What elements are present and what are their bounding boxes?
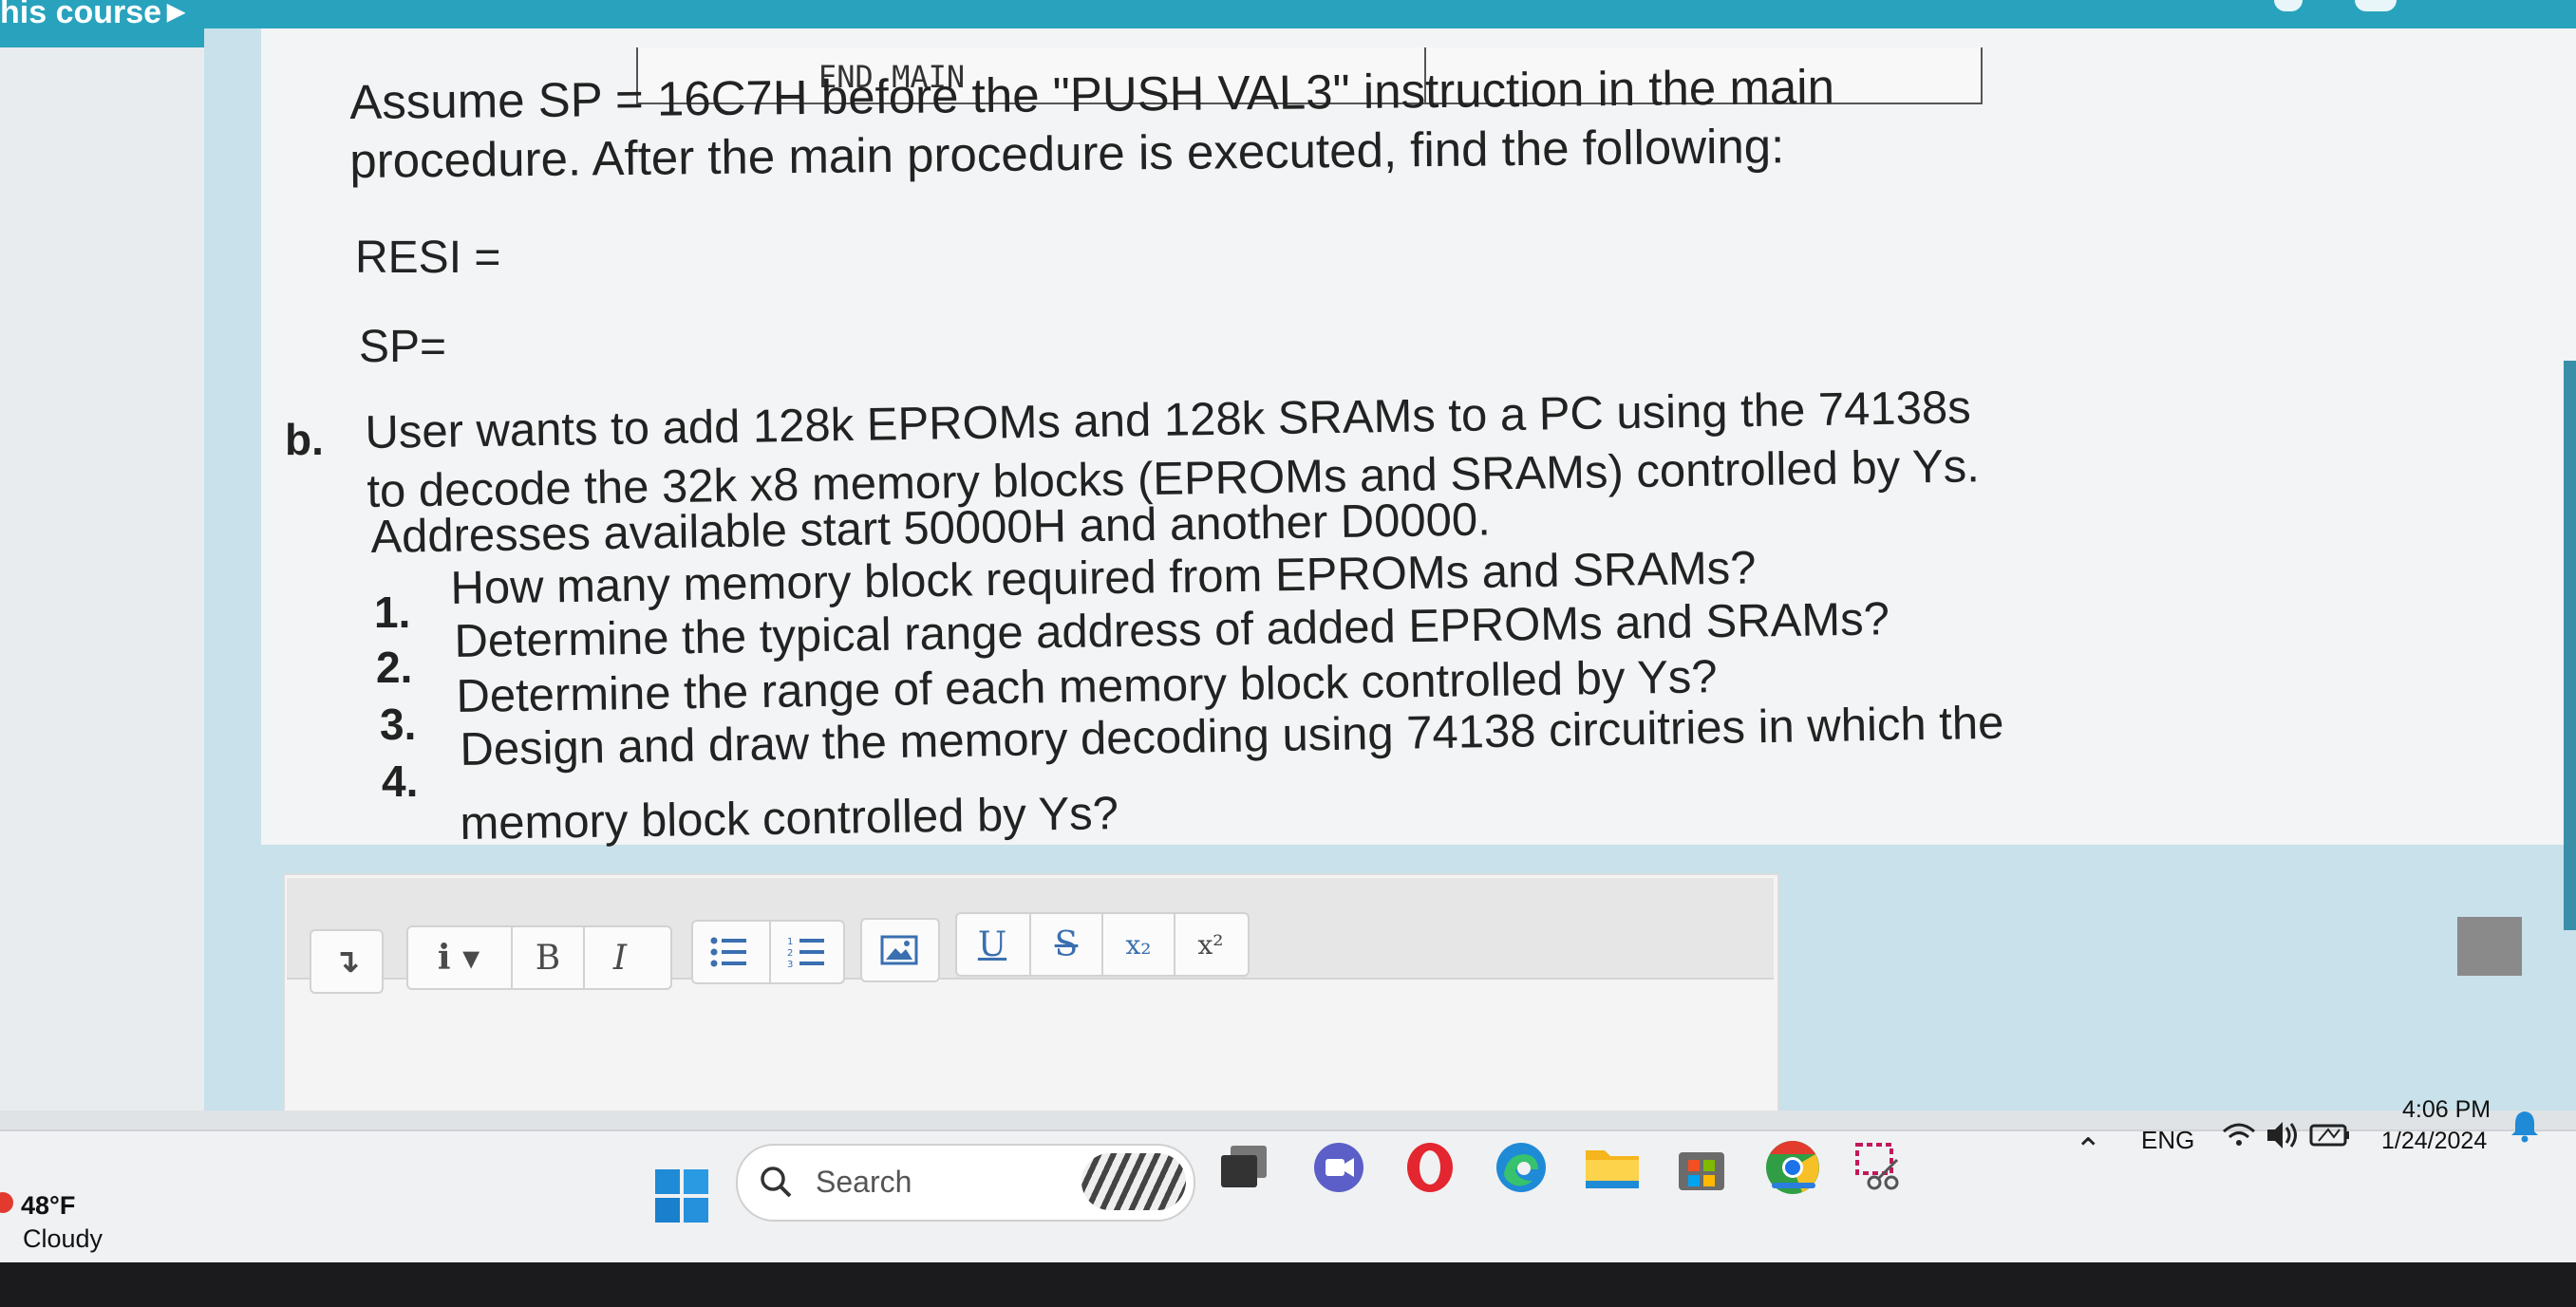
chrome-browser-button[interactable] — [1755, 1131, 1831, 1204]
edge-browser-button[interactable] — [1485, 1131, 1557, 1204]
search-highlight-image — [1081, 1153, 1186, 1210]
sp-label: SP= — [359, 322, 447, 372]
part-b-label: b. — [285, 415, 324, 464]
store-button[interactable] — [1665, 1131, 1738, 1204]
bold-button[interactable]: B — [511, 927, 583, 988]
image-icon — [880, 935, 918, 965]
italic-button[interactable]: I — [583, 927, 655, 988]
folder-icon — [1586, 1150, 1639, 1188]
task-view-icon — [1221, 1146, 1267, 1187]
strikethrough-button[interactable]: S — [1029, 914, 1101, 975]
active-app-indicator — [1772, 1183, 1815, 1188]
snipping-tool-button[interactable] — [1844, 1131, 1916, 1204]
toolbar-group-media — [860, 918, 940, 982]
expand-toolbar-button[interactable]: ↴ — [311, 931, 382, 992]
scroll-to-top-button[interactable] — [2457, 917, 2522, 976]
superscript-button[interactable]: x² — [1174, 914, 1246, 975]
clock-date[interactable]: 1/24/2024 — [2381, 1128, 2487, 1155]
search-placeholder: Search — [816, 1165, 912, 1199]
store-icon — [1679, 1152, 1724, 1190]
caret-right-icon: ▶ — [167, 0, 185, 25]
taskbar-search[interactable]: Search — [736, 1144, 1195, 1222]
laptop-bezel — [0, 1262, 2576, 1307]
item-1-num: 1. — [374, 588, 411, 637]
wifi-icon — [2223, 1123, 2255, 1146]
toolbar-group-text: U S x₂ x² — [955, 912, 1250, 977]
search-icon — [761, 1167, 792, 1198]
tray-status-icons[interactable] — [2220, 1116, 2362, 1154]
svg-text:2: 2 — [787, 948, 793, 959]
numbered-list-button[interactable]: 123 — [769, 922, 841, 982]
opera-icon — [1407, 1143, 1453, 1192]
course-link-label: his course — [0, 0, 162, 30]
task-view-button[interactable] — [1208, 1131, 1280, 1204]
screen: his course ▶ END MAIN Assume SP = 16C7H b… — [0, 0, 2576, 1307]
scrollbar[interactable] — [2564, 361, 2576, 930]
snipping-tool-icon — [1855, 1143, 1899, 1190]
opera-browser-button[interactable] — [1394, 1131, 1466, 1204]
svg-text:3: 3 — [787, 960, 793, 969]
meet-app-button[interactable] — [1303, 1131, 1375, 1204]
start-button[interactable] — [655, 1169, 708, 1223]
resi-label: RESI = — [355, 233, 501, 283]
course-link[interactable]: his course ▶ — [0, 0, 185, 31]
windows-icon — [655, 1169, 708, 1223]
subscript-button[interactable]: x₂ — [1101, 914, 1174, 975]
toolbar-group-lists: 123 — [691, 920, 845, 984]
toolbar-group-expand: ↴ — [310, 929, 384, 994]
volume-icon — [2267, 1122, 2297, 1148]
battery-icon — [2309, 1124, 2349, 1147]
paragraph-style-dropdown[interactable]: i ▾ — [408, 927, 509, 988]
item-2-num: 2. — [376, 643, 413, 692]
item-3-num: 3. — [380, 700, 417, 749]
item-4-text-cont: memory block controlled by Ys? — [460, 788, 1119, 850]
underline-button[interactable]: U — [957, 914, 1027, 975]
weather-description[interactable]: Cloudy — [23, 1224, 103, 1254]
bullet-list-icon — [710, 937, 746, 967]
insert-image-button[interactable] — [864, 920, 934, 980]
edge-icon — [1496, 1143, 1546, 1192]
language-indicator[interactable]: ENG — [2141, 1126, 2194, 1155]
file-explorer-button[interactable] — [1576, 1131, 1648, 1204]
bullet-list-button[interactable] — [693, 922, 763, 982]
notification-bell-icon[interactable] — [2510, 1109, 2539, 1143]
chevron-up-icon[interactable]: ⌃ — [2075, 1131, 2102, 1169]
topbar-icon-settings[interactable] — [2274, 0, 2303, 11]
topbar-icon-profile[interactable] — [2355, 0, 2397, 11]
item-4-num: 4. — [382, 756, 419, 806]
video-call-icon — [1314, 1143, 1363, 1192]
clock-time[interactable]: 4:06 PM — [2402, 1096, 2491, 1124]
toolbar-group-format: i ▾ B I — [406, 925, 672, 990]
weather-temperature[interactable]: 48°F — [21, 1191, 75, 1221]
svg-text:1: 1 — [787, 937, 793, 947]
numbered-list-icon: 123 — [787, 937, 824, 969]
editor-toolbar: ↴ i ▾ B I 123 U S x₂ x² — [287, 878, 1774, 994]
